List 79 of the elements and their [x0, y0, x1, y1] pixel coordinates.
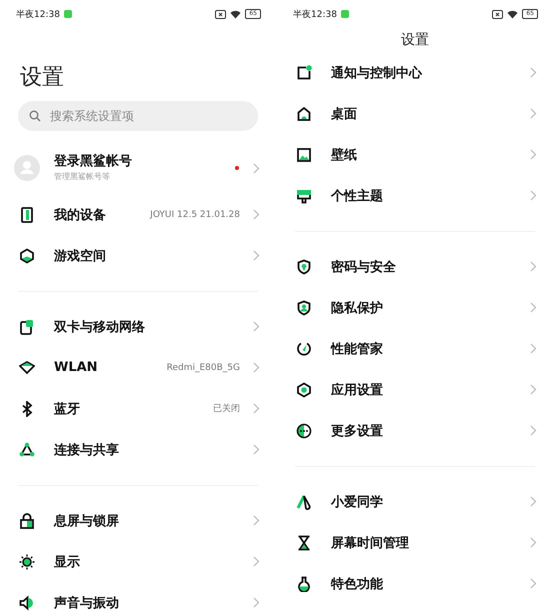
chevron-icon	[530, 537, 537, 548]
chevron-icon	[530, 384, 537, 395]
home-icon	[296, 106, 312, 122]
item-value: 已关闭	[213, 402, 240, 415]
settings-item[interactable]: 桌面	[277, 93, 553, 134]
settings-item[interactable]: 声音与振动	[0, 582, 276, 611]
page-title: 设置	[20, 64, 65, 92]
sim-icon	[492, 10, 504, 18]
settings-item[interactable]: 屏幕时间管理	[277, 522, 553, 563]
sim-card-icon	[19, 318, 35, 334]
wifi-icon	[230, 10, 242, 18]
speaker-icon	[19, 594, 35, 610]
chevron-icon	[253, 556, 260, 567]
chevron-icon	[253, 515, 260, 526]
settings-item[interactable]: 小爱同学	[277, 481, 553, 522]
chevron-icon	[530, 425, 537, 436]
hexagon-icon	[19, 248, 35, 264]
chevron-icon	[530, 302, 537, 313]
account-title: 登录黑鲨帐号	[54, 153, 133, 171]
chevron-icon	[530, 261, 537, 272]
settings-item[interactable]: 性能管家	[277, 328, 553, 369]
page-title: 设置	[401, 31, 429, 50]
hourglass-icon	[296, 534, 312, 550]
chevron-icon	[530, 496, 537, 507]
account-row[interactable]: 登录黑鲨帐号 管理黑鲨帐号等	[0, 146, 276, 190]
item-value: JOYUI 12.5 21.01.28	[150, 210, 240, 220]
avatar-icon	[14, 155, 40, 181]
search-field[interactable]: 搜索系统设置项	[18, 101, 258, 131]
chevron-icon	[253, 403, 260, 414]
settings-item[interactable]: 特色功能	[277, 563, 553, 604]
settings-item[interactable]: 连接与共享	[0, 429, 276, 470]
settings-item[interactable]: 蓝牙 已关闭	[0, 388, 276, 429]
chevron-icon	[530, 149, 537, 160]
chevron-icon	[530, 343, 537, 354]
search-icon	[29, 110, 41, 122]
settings-item[interactable]: 密码与安全	[277, 246, 553, 287]
settings-item[interactable]: 我的设备 JOYUI 12.5 21.01.28	[0, 194, 276, 235]
phone-icon	[19, 206, 35, 222]
sun-icon	[19, 554, 35, 570]
chevron-icon	[253, 444, 260, 455]
settings-item[interactable]: 双卡与移动网络	[0, 306, 276, 347]
image-icon	[296, 146, 312, 162]
status-time: 半夜12:38	[16, 8, 60, 20]
settings-item[interactable]: 更多设置	[277, 410, 553, 451]
sim-icon	[215, 10, 226, 18]
shield-person-icon	[296, 300, 312, 316]
settings-item[interactable]: 通知与控制中心	[277, 52, 553, 93]
settings-item[interactable]: 应用设置	[277, 369, 553, 410]
gauge-icon	[296, 340, 312, 356]
triangle-icon	[296, 494, 312, 510]
settings-item[interactable]: 个性主题	[277, 175, 553, 216]
wifi-icon	[19, 360, 35, 376]
chevron-icon	[530, 67, 537, 78]
hexagon-icon	[296, 382, 312, 398]
settings-item[interactable]: 显示	[0, 541, 276, 582]
chevron-icon	[253, 250, 260, 261]
flask-icon	[296, 576, 312, 592]
chevron-icon	[253, 162, 260, 174]
item-value: Redmi_E80B_5G	[166, 362, 240, 372]
lock-icon	[19, 512, 35, 528]
chevron-icon	[253, 209, 260, 220]
chevron-icon	[530, 190, 537, 201]
settings-item[interactable]: 息屏与锁屏	[0, 500, 276, 541]
share-icon	[19, 442, 35, 458]
account-subtitle: 管理黑鲨帐号等	[54, 171, 111, 183]
wifi-icon	[507, 10, 518, 18]
settings-item[interactable]: WLAN Redmi_E80B_5G	[0, 347, 276, 388]
chevron-icon	[253, 321, 260, 332]
status-time: 半夜12:38	[293, 8, 337, 20]
settings-item[interactable]: 游戏空间	[0, 235, 276, 276]
chevron-icon	[530, 108, 537, 119]
more-icon	[296, 422, 312, 438]
shield-icon	[296, 258, 312, 274]
chevron-icon	[253, 597, 260, 608]
settings-item[interactable]: 壁纸	[277, 134, 553, 175]
chevron-icon	[530, 578, 537, 589]
settings-item[interactable]: 隐私保护	[277, 287, 553, 328]
brush-icon	[296, 188, 312, 204]
chevron-icon	[253, 362, 260, 373]
